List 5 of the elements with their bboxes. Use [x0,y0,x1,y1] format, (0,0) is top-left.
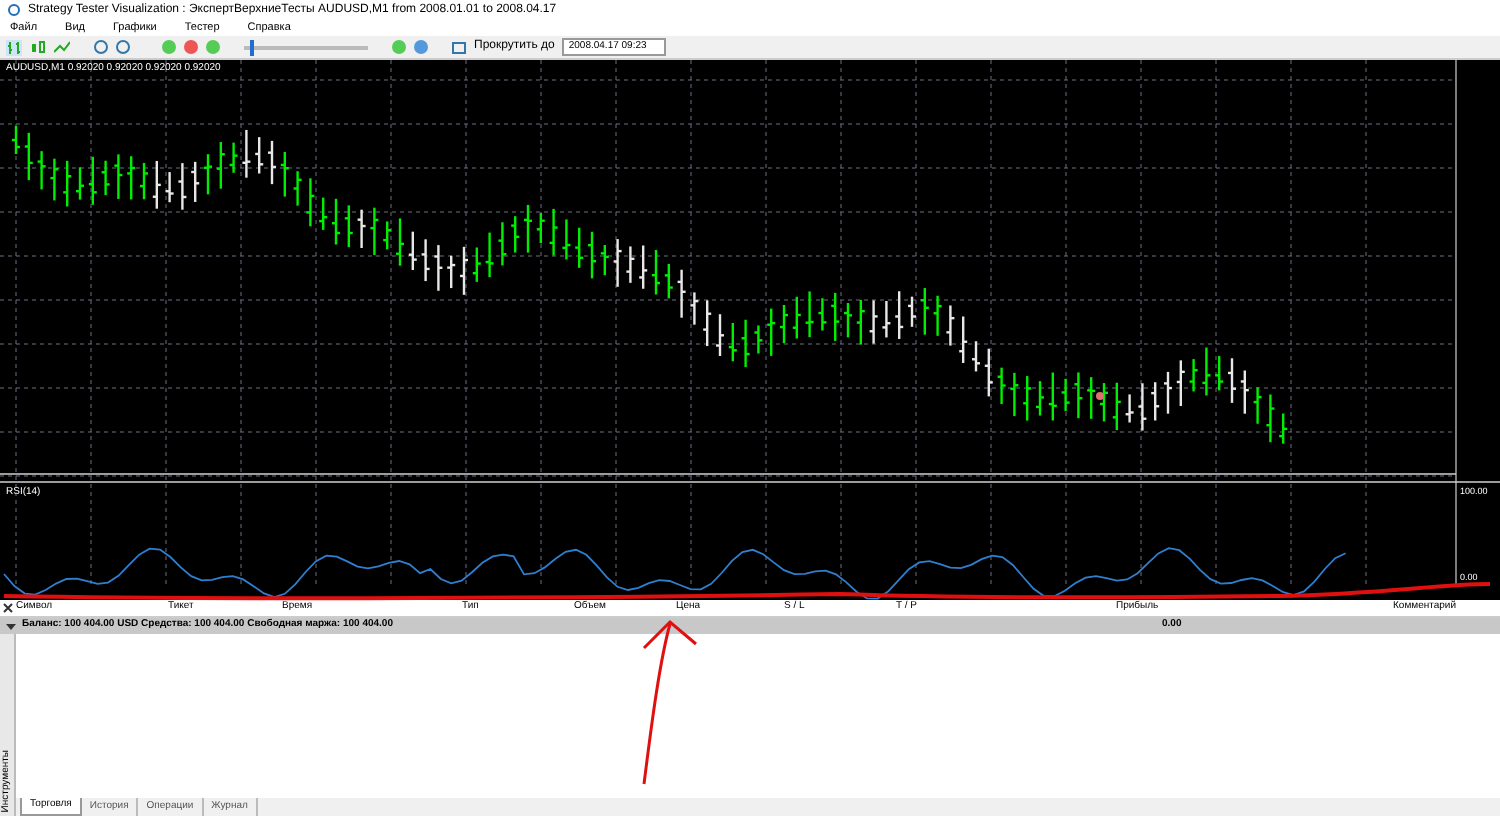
bar-chart-icon[interactable] [6,39,22,55]
candles-icon[interactable] [30,39,46,55]
app-icon [8,4,20,16]
close-icon[interactable] [2,602,14,614]
line-chart-icon[interactable] [54,39,70,55]
